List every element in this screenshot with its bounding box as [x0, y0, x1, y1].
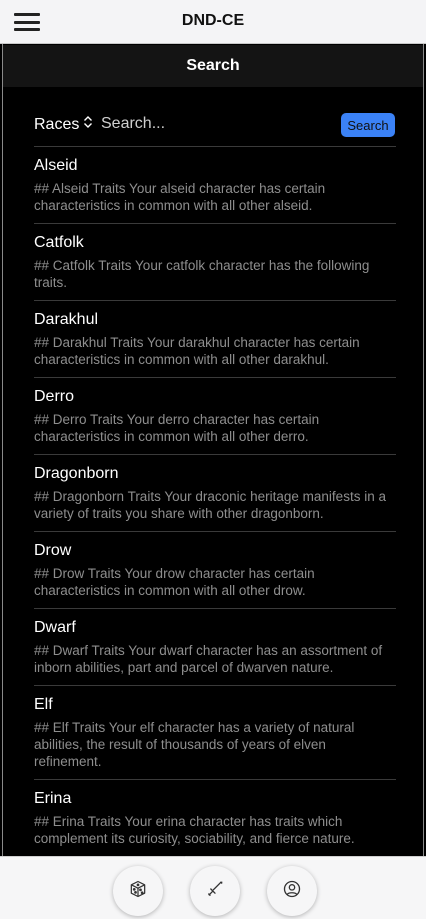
- race-name: Derro: [34, 388, 75, 405]
- list-item[interactable]: Dragonborn ## Dragonborn Traits Your drac…: [34, 454, 396, 531]
- race-description: ## Catfolk Traits Your catfolk character…: [34, 258, 370, 290]
- category-select[interactable]: Races: [34, 115, 93, 134]
- search-input[interactable]: [101, 112, 331, 136]
- race-description: ## Dwarf Traits Your dwarf character has…: [34, 643, 383, 675]
- list-item[interactable]: Drow ## Drow Traits Your drow character h…: [34, 531, 396, 608]
- bottom-nav: [0, 856, 426, 919]
- profile-nav-button[interactable]: [267, 866, 317, 916]
- race-name: Dwarf: [34, 619, 76, 636]
- race-description: ## Derro Traits Your derro character has…: [34, 412, 320, 444]
- race-name: Drow: [34, 542, 72, 559]
- list-item[interactable]: Darakhul ## Darakhul Traits Your darakhul…: [34, 300, 396, 377]
- results-list: Alseid ## Alseid Traits Your alseid chara…: [34, 146, 396, 856]
- sword-icon: [205, 879, 225, 904]
- list-item[interactable]: Dwarf ## Dwarf Traits Your dwarf characte…: [34, 608, 396, 685]
- race-name: Erina: [34, 790, 72, 807]
- dice-icon: [128, 879, 148, 904]
- race-description: ## Dragonborn Traits Your draconic herit…: [34, 489, 386, 521]
- chevron-up-down-icon: [83, 115, 93, 134]
- list-item[interactable]: Erina ## Erina Traits Your erina characte…: [34, 779, 396, 856]
- category-select-label: Races: [34, 115, 80, 133]
- race-description: ## Alseid Traits Your alseid character h…: [34, 181, 326, 213]
- race-name: Alseid: [34, 157, 78, 174]
- race-name: Catfolk: [34, 234, 84, 251]
- page-title: Search: [3, 45, 423, 87]
- top-app-bar: DND-CE: [0, 0, 426, 44]
- user-circle-icon: [282, 879, 302, 904]
- search-bar: Races Search: [34, 110, 396, 140]
- race-description: ## Erina Traits Your erina character has…: [34, 814, 355, 846]
- race-name: Elf: [34, 696, 53, 713]
- dice-nav-button[interactable]: [113, 866, 163, 916]
- race-description: ## Drow Traits Your drow character has c…: [34, 566, 315, 598]
- race-name: Dragonborn: [34, 465, 119, 482]
- race-description: ## Elf Traits Your elf character has a v…: [34, 720, 355, 769]
- list-item[interactable]: Catfolk ## Catfolk Traits Your catfolk ch…: [34, 223, 396, 300]
- search-button[interactable]: Search: [341, 113, 395, 137]
- race-description: ## Darakhul Traits Your darakhul charact…: [34, 335, 360, 367]
- race-name: Darakhul: [34, 311, 99, 328]
- combat-nav-button[interactable]: [190, 866, 240, 916]
- list-item[interactable]: Elf ## Elf Traits Your elf character has …: [34, 685, 396, 779]
- list-item[interactable]: Derro ## Derro Traits Your derro characte…: [34, 377, 396, 454]
- app-title: DND-CE: [181, 12, 245, 29]
- list-item[interactable]: Alseid ## Alseid Traits Your alseid chara…: [34, 146, 396, 223]
